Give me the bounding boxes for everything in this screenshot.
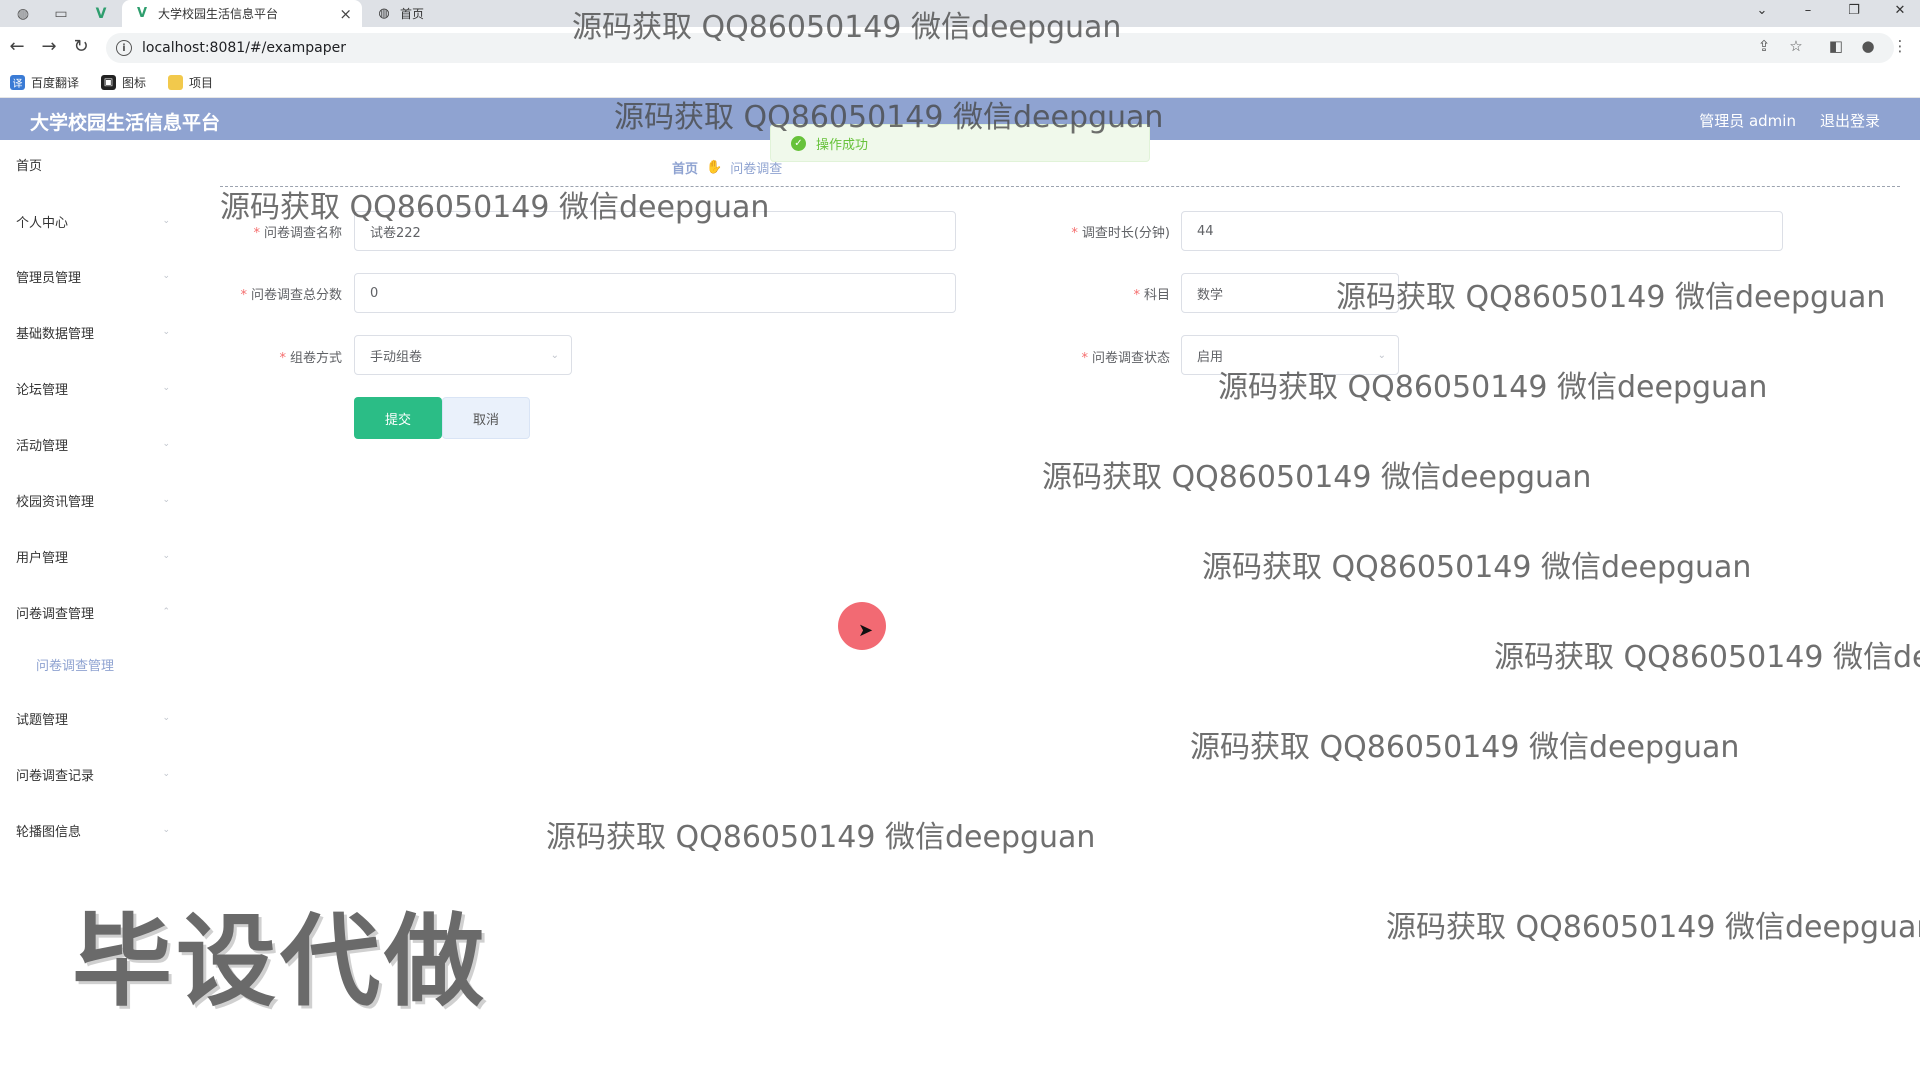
tab-title: 首页 xyxy=(400,7,425,21)
chevron-down-icon: ⌄ xyxy=(550,349,559,361)
required-asterisk: * xyxy=(240,288,247,303)
chevron-down-icon: ⌄ xyxy=(162,769,170,779)
restore-icon[interactable]: ❐ xyxy=(1844,3,1864,18)
sidebar-item-carousel[interactable]: 轮播图信息 ⌄ xyxy=(0,810,180,850)
site-info-icon[interactable]: i xyxy=(116,40,132,56)
mouse-pointer-icon: ➤ xyxy=(858,620,874,641)
watermark-text: 源码获取 QQ86050149 微信deepguan xyxy=(1190,730,1740,765)
share-icon[interactable]: ⇪ xyxy=(1754,37,1774,55)
watermark-text: 源码获取 QQ86050149 微信deepguan xyxy=(1386,910,1920,945)
watermark-text: 源码获取 QQ86050149 微信deepguan xyxy=(546,820,1096,855)
window-close-icon[interactable]: ✕ xyxy=(1890,3,1910,18)
iconfont-icon: ▣ xyxy=(101,75,117,90)
watermark-text: 源码获取 QQ86050149 微信deepguan xyxy=(1202,550,1752,585)
chevron-down-icon: ⌄ xyxy=(162,713,170,723)
chevron-down-icon: ⌄ xyxy=(162,271,170,281)
sidebar-item-personal-center[interactable]: 个人中心 ⌄ xyxy=(0,201,180,241)
forward-arrow-icon[interactable]: → xyxy=(38,36,60,57)
total-score-label: * 问卷调查总分数 xyxy=(240,288,342,303)
duration-input[interactable]: 44 xyxy=(1181,211,1783,251)
required-asterisk: * xyxy=(1133,288,1140,303)
reload-icon[interactable]: ↻ xyxy=(70,36,92,57)
bookmark-star-icon[interactable]: ☆ xyxy=(1786,37,1806,55)
required-asterisk: * xyxy=(279,351,286,366)
hand-icon: ✋ xyxy=(706,160,723,175)
browser-menu-icon[interactable]: ⋮ xyxy=(1890,37,1910,55)
sidebar-item-basic-data[interactable]: 基础数据管理 ⌄ xyxy=(0,312,180,352)
current-user: 管理员 admin xyxy=(1699,112,1796,130)
tab-search-chevron-icon[interactable]: ⌄ xyxy=(1752,3,1772,18)
sidebar-item-users[interactable]: 用户管理 ⌄ xyxy=(0,536,180,576)
bookmark-baidu-translate[interactable]: 译 百度翻译 xyxy=(10,74,79,91)
watermark-text: 源码获取 QQ86050149 微信deepguan xyxy=(1336,280,1886,315)
tab-home[interactable]: ◍ 首页 xyxy=(364,0,564,27)
sidebar-item-survey-management[interactable]: 问卷调查管理 ⌃ xyxy=(0,592,180,632)
side-panel-icon[interactable]: ◧ xyxy=(1826,37,1846,55)
duration-label: * 调查时长(分钟) xyxy=(1071,226,1170,241)
pinned-tab-globe-icon[interactable]: ◍ xyxy=(10,4,36,24)
subject-label: * 科目 xyxy=(1133,288,1170,303)
sidebar-subitem-survey-management[interactable]: 问卷调查管理 xyxy=(0,646,180,682)
chevron-down-icon: ⌄ xyxy=(1377,349,1386,361)
pinned-tab-blank-icon[interactable]: ▭ xyxy=(48,4,74,24)
back-arrow-icon[interactable]: ← xyxy=(6,36,28,57)
chevron-down-icon: ⌄ xyxy=(162,825,170,835)
watermark-text: 源码获取 QQ86050149 微信deepguan xyxy=(614,100,1164,135)
compose-method-select[interactable]: 手动组卷 ⌄ xyxy=(354,335,572,375)
app-title: 大学校园生活信息平台 xyxy=(30,112,221,134)
sidebar-item-admin-management[interactable]: 管理员管理 ⌄ xyxy=(0,256,180,296)
cancel-button[interactable]: 取消 xyxy=(442,397,530,439)
bookmark-project[interactable]: 项目 xyxy=(168,74,213,91)
required-asterisk: * xyxy=(253,226,260,241)
watermark-stamp: 毕设代做 xyxy=(72,903,488,1020)
logout-link[interactable]: 退出登录 xyxy=(1820,110,1880,131)
minimize-icon[interactable]: – xyxy=(1798,3,1818,18)
chevron-down-icon: ⌄ xyxy=(162,216,170,226)
sidebar-item-survey-records[interactable]: 问卷调查记录 ⌄ xyxy=(0,754,180,794)
chevron-up-icon: ⌃ xyxy=(162,607,170,617)
watermark-text: 源码获取 QQ86050149 微信deepguan xyxy=(220,190,770,225)
sidebar-item-home[interactable]: 首页 xyxy=(0,144,180,184)
sidebar-item-activity[interactable]: 活动管理 ⌄ xyxy=(0,424,180,464)
submit-button[interactable]: 提交 xyxy=(354,397,442,439)
chevron-down-icon: ⌄ xyxy=(162,327,170,337)
success-check-icon: ✓ xyxy=(791,135,806,151)
watermark-text: 源码获取 QQ86050149 微信deepguan xyxy=(572,10,1122,45)
breadcrumb: 首页 ✋ 问卷调查 xyxy=(672,158,782,177)
close-icon[interactable]: × xyxy=(339,5,352,23)
address-url[interactable]: localhost:8081/#/exampaper xyxy=(142,40,346,56)
compose-method-label: * 组卷方式 xyxy=(279,351,342,366)
chevron-down-icon: ⌄ xyxy=(162,495,170,505)
toast-message: 操作成功 xyxy=(816,137,869,153)
sidebar-item-questions[interactable]: 试题管理 ⌄ xyxy=(0,698,180,738)
tab-active[interactable]: V 大学校园生活信息平台 × xyxy=(122,0,362,27)
bookmark-icons[interactable]: ▣ 图标 xyxy=(101,74,146,91)
tab-title: 大学校园生活信息平台 xyxy=(158,7,279,21)
breadcrumb-home[interactable]: 首页 xyxy=(672,158,698,177)
globe-favicon-icon: ◍ xyxy=(378,6,390,21)
folder-icon xyxy=(168,75,184,90)
translate-icon: 译 xyxy=(10,75,25,90)
watermark-text: 源码获取 QQ86050149 微信deepguan xyxy=(1218,370,1768,405)
profile-avatar-icon[interactable]: ● xyxy=(1858,37,1878,55)
pinned-tab-vue-icon[interactable]: V xyxy=(88,4,114,24)
sidebar-item-forum[interactable]: 论坛管理 ⌄ xyxy=(0,368,180,408)
chevron-down-icon: ⌄ xyxy=(162,551,170,561)
sidebar-item-campus-news[interactable]: 校园资讯管理 ⌄ xyxy=(0,480,180,520)
survey-status-label: * 问卷调查状态 xyxy=(1081,351,1170,366)
total-score-input[interactable]: 0 xyxy=(354,273,956,313)
chevron-down-icon: ⌄ xyxy=(162,383,170,393)
vue-favicon-icon: V xyxy=(136,6,148,21)
required-asterisk: * xyxy=(1071,226,1078,241)
watermark-text: 源码获取 QQ86050149 微信de xyxy=(1494,640,1920,675)
required-asterisk: * xyxy=(1081,351,1088,366)
chevron-down-icon: ⌄ xyxy=(162,439,170,449)
watermark-text: 源码获取 QQ86050149 微信deepguan xyxy=(1042,460,1592,495)
